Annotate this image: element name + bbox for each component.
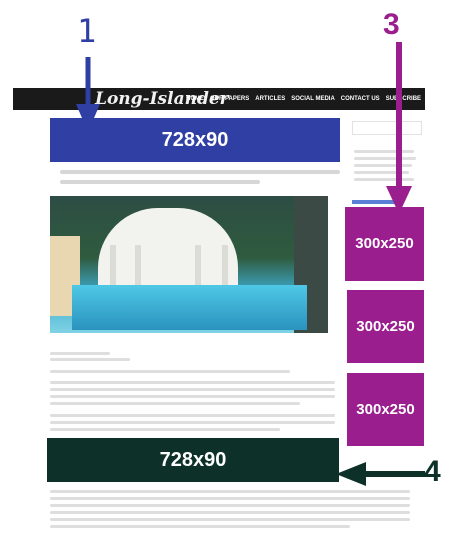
callout-arrows: [76, 42, 425, 486]
arrow-1-icon: [76, 57, 100, 132]
arrow-3-icon: [386, 42, 412, 214]
arrow-4-icon: [336, 462, 425, 486]
